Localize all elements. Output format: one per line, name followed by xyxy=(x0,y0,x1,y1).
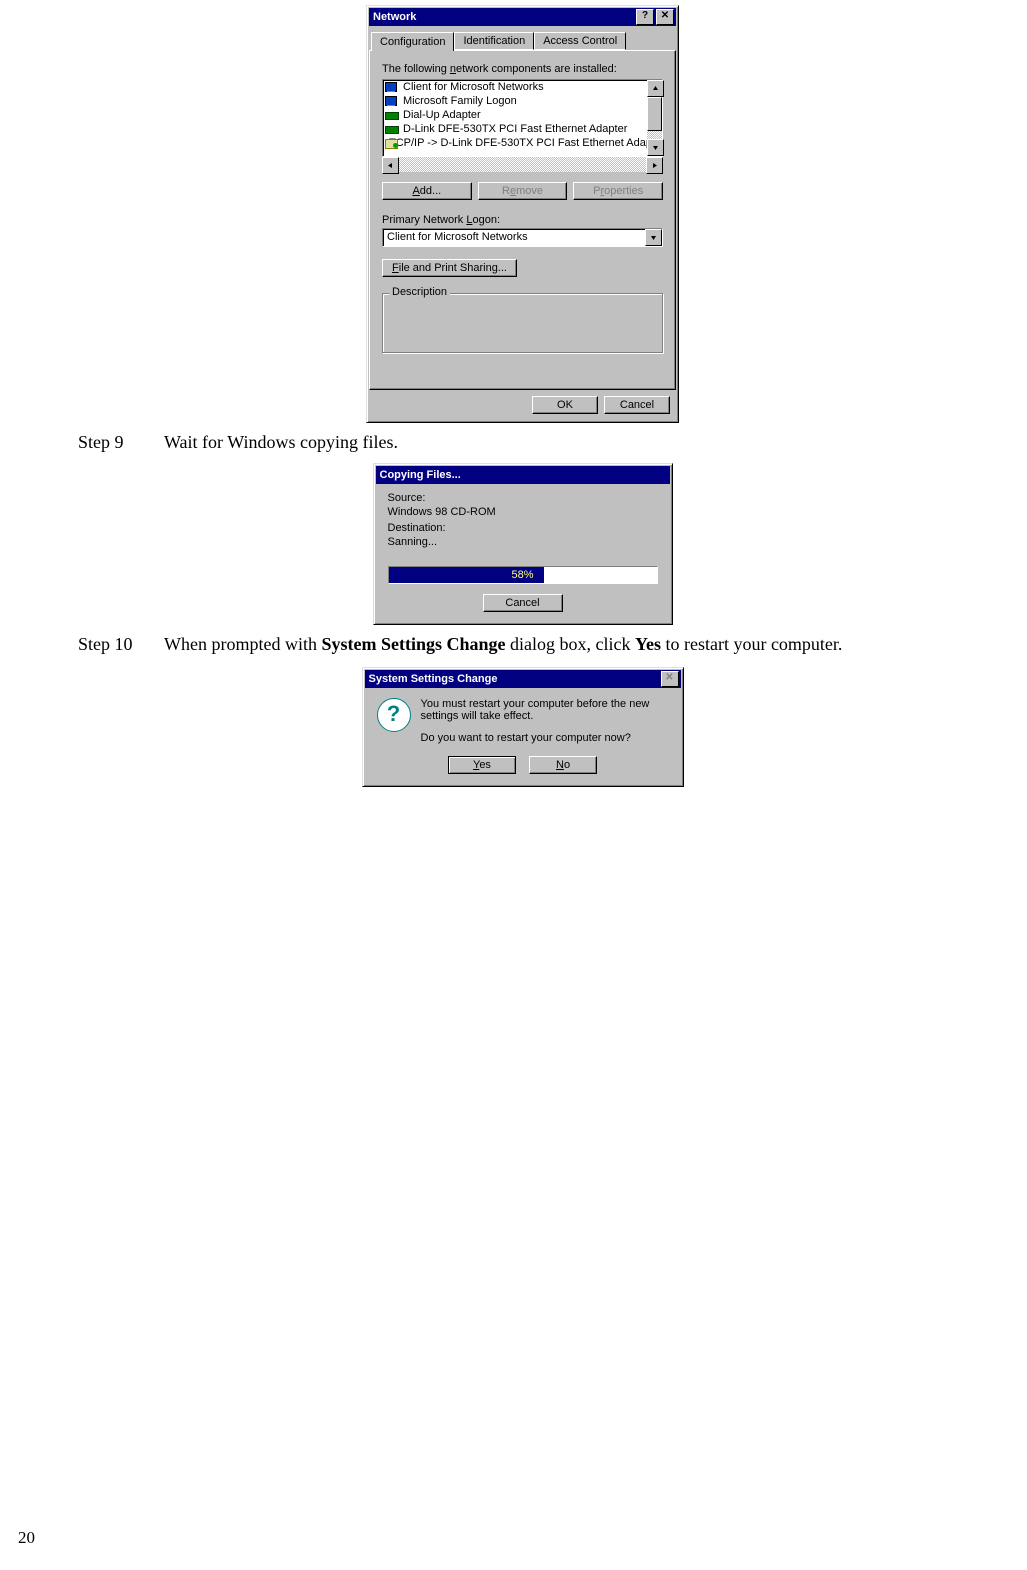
scroll-left-button[interactable] xyxy=(382,157,399,174)
scroll-thumb[interactable] xyxy=(647,97,662,131)
components-listbox[interactable]: Client for Microsoft Networks Microsoft … xyxy=(382,79,663,157)
list-item[interactable]: Dial-Up Adapter xyxy=(383,108,647,122)
list-item[interactable]: D-Link DFE-530TX PCI Fast Ethernet Adapt… xyxy=(383,122,647,136)
add-button[interactable]: Add... xyxy=(382,182,472,200)
list-item[interactable]: Microsoft Family Logon xyxy=(383,94,647,108)
file-print-sharing-button[interactable]: File and Print Sharing... xyxy=(382,259,517,277)
settings-message-line1: You must restart your computer before th… xyxy=(421,698,669,722)
yes-button[interactable]: Yes xyxy=(448,756,516,774)
description-label: Description xyxy=(389,286,450,298)
copy-source-value: Windows 98 CD-ROM xyxy=(388,506,658,518)
scroll-up-button[interactable] xyxy=(647,80,664,97)
network-dialog-title: Network xyxy=(373,11,416,23)
primary-logon-label: Primary Network Logon: xyxy=(382,214,500,226)
network-dialog-titlebar[interactable]: Network ? ✕ xyxy=(369,8,676,26)
adapter-icon xyxy=(385,109,399,121)
copying-title: Copying Files... xyxy=(380,469,461,481)
description-groupbox: Description xyxy=(382,293,663,353)
scroll-down-button[interactable] xyxy=(647,139,664,156)
copy-dest-label: Destination: xyxy=(388,522,658,534)
cancel-button[interactable]: Cancel xyxy=(604,396,670,414)
adapter-icon xyxy=(385,123,399,135)
copy-progress-bar: 58% xyxy=(388,566,658,584)
copy-dest-value: Sanning... xyxy=(388,536,658,548)
tab-panel-configuration: The following network components are ins… xyxy=(369,50,676,390)
network-dialog: Network ? ✕ Configuration Identification… xyxy=(366,5,679,423)
copying-files-dialog: Copying Files... Source: Windows 98 CD-R… xyxy=(373,463,673,625)
tab-bar: Configuration Identification Access Cont… xyxy=(369,32,676,50)
listbox-horizontal-scrollbar[interactable] xyxy=(382,157,663,172)
settings-title: System Settings Change xyxy=(369,673,498,685)
copying-titlebar[interactable]: Copying Files... xyxy=(376,466,670,484)
tab-identification[interactable]: Identification xyxy=(454,32,534,50)
dropdown-arrow-icon[interactable] xyxy=(645,229,662,246)
help-button[interactable]: ? xyxy=(636,9,654,25)
settings-message-line2: Do you want to restart your computer now… xyxy=(421,732,669,744)
close-button[interactable]: ✕ xyxy=(656,9,674,25)
listbox-vertical-scrollbar[interactable] xyxy=(647,80,662,156)
settings-close-button[interactable]: ✕ xyxy=(661,671,679,687)
system-settings-dialog: System Settings Change ✕ ? You must rest… xyxy=(362,667,684,787)
client-icon xyxy=(385,95,399,107)
primary-logon-value: Client for Microsoft Networks xyxy=(383,229,645,246)
question-icon: ? xyxy=(377,698,411,732)
no-button[interactable]: No xyxy=(529,756,597,774)
list-item[interactable]: Client for Microsoft Networks xyxy=(383,80,647,94)
scroll-right-button[interactable] xyxy=(646,157,663,174)
step10-text: When prompted with System Settings Chang… xyxy=(164,627,967,661)
step9-label: Step 9 xyxy=(78,425,164,459)
copy-source-label: Source: xyxy=(388,492,658,504)
page-number: 20 xyxy=(18,1528,35,1548)
step9-text: Wait for Windows copying files. xyxy=(164,425,967,459)
client-icon xyxy=(385,81,399,93)
settings-titlebar[interactable]: System Settings Change ✕ xyxy=(365,670,681,688)
remove-button[interactable]: Remove xyxy=(478,182,568,200)
ok-button[interactable]: OK xyxy=(532,396,598,414)
list-item[interactable]: TCP/IP -> D-Link DFE-530TX PCI Fast Ethe… xyxy=(383,136,647,150)
installed-components-label: The following network components are ins… xyxy=(382,63,617,75)
copy-progress-text: 58% xyxy=(389,567,657,583)
step10-label: Step 10 xyxy=(78,627,164,661)
tab-access-control[interactable]: Access Control xyxy=(534,32,626,50)
tab-configuration[interactable]: Configuration xyxy=(371,32,454,51)
properties-button[interactable]: Properties xyxy=(573,182,663,200)
copy-cancel-button[interactable]: Cancel xyxy=(483,594,563,612)
primary-logon-dropdown[interactable]: Client for Microsoft Networks xyxy=(382,228,663,247)
